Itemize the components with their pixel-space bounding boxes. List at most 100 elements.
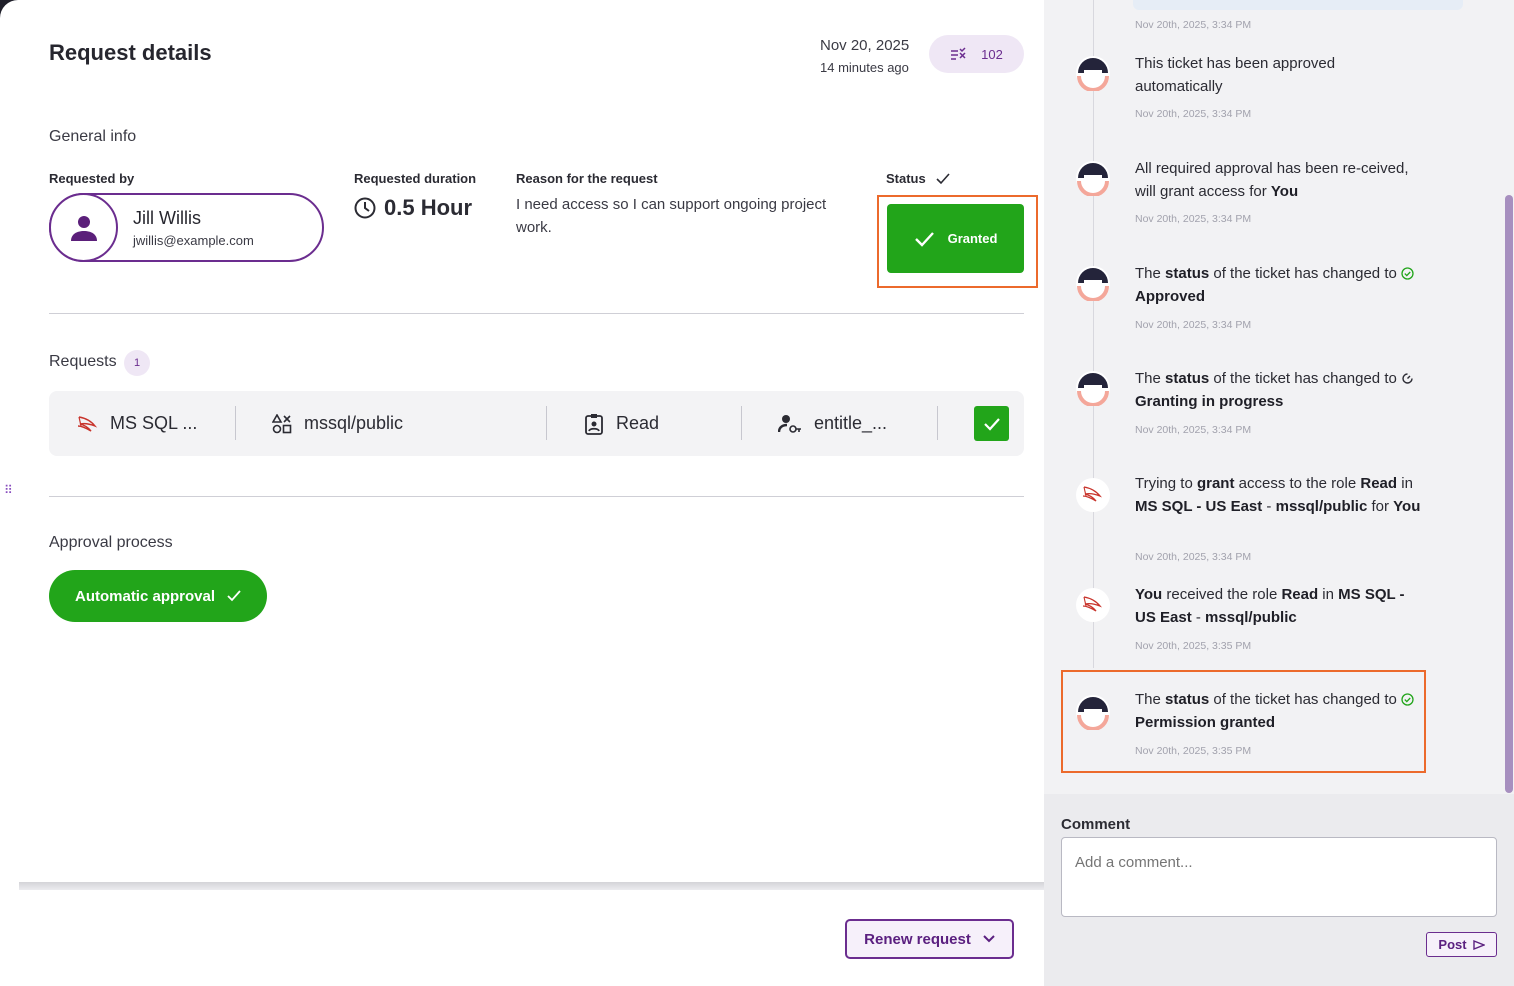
event-text-bold: You [1135,586,1163,603]
timeline-time: Nov 20th, 2025, 3:34 PM [1135,19,1252,31]
event-text-bold: Approved [1135,288,1206,305]
user-key-icon [778,414,801,433]
timeline-event-text: The status of the ticket has changed to … [1135,262,1425,308]
footer-shadow [19,882,1044,890]
request-row[interactable]: MS SQL ... mssql/public Read entitle_... [49,391,1024,456]
check-icon [936,172,950,184]
entitle-logo-icon [1076,56,1110,91]
column-separator [937,406,938,440]
entitle-logo-icon [1076,371,1110,406]
post-button[interactable]: Post [1426,932,1497,957]
event-text-bold: status [1165,370,1210,387]
request-granted-check[interactable] [974,406,1009,441]
drag-handle-icon[interactable]: ⠿ [4,484,14,502]
event-text: for [1367,498,1394,515]
role-cell[interactable]: Read [584,391,659,456]
event-text-bold: grant [1196,475,1235,492]
ticket-number: 102 [981,46,1003,62]
approval-process-heading: Approval process [49,534,173,551]
requested-duration-label: Requested duration [354,171,477,186]
timeline-time: Nov 20th, 2025, 3:35 PM [1135,745,1252,757]
page-title: Request details [49,40,212,65]
divider [49,313,1024,314]
timeline-event-text: This ticket has been approved automatica… [1135,52,1425,98]
role-name: Read [616,413,660,433]
event-text-bold: Read [1281,586,1319,603]
requests-heading: Requests [49,353,117,370]
entitlement-name: entitle_... [814,413,888,433]
timeline-time: Nov 20th, 2025, 3:34 PM [1135,108,1252,120]
entitle-logo-icon [1076,266,1110,301]
event-text: in [1318,586,1339,603]
entitle-logo-icon [1076,161,1110,196]
request-details-panel: ⠿ Request details Nov 20, 2025 14 minute… [0,0,1044,986]
event-text: access to the role [1234,475,1361,492]
event-text-bold: You [1270,183,1299,200]
event-text: This ticket has been approved automatica… [1135,55,1336,95]
requester-email: jwillis@example.com [133,233,254,248]
event-text-bold: Granting in progress [1135,393,1284,410]
check-circle-icon [1401,267,1414,280]
column-separator [741,406,742,440]
entitle-logo-icon [1076,695,1110,730]
event-text: of the ticket has changed to [1209,265,1401,282]
event-text: The [1135,691,1166,708]
sidebar-scrollbar[interactable] [1505,195,1513,793]
integration-cell[interactable]: MS SQL ... [76,391,197,456]
requested-by-label: Requested by [49,171,135,186]
approval-pill-label: Automatic approval [74,587,216,605]
requester-card[interactable]: Jill Willis jwillis@example.com [49,193,324,262]
column-separator [235,406,236,440]
event-text-bold: MS SQL - US East [1135,498,1263,515]
clock-icon [354,197,376,219]
renew-request-button[interactable]: Renew request [845,919,1014,959]
requested-duration: 0.5 Hour [354,195,472,221]
event-text: - [1262,498,1276,515]
resource-name: mssql/public [304,413,404,433]
timeline-line [1093,0,1094,668]
duration-value: 0.5 Hour [384,195,473,220]
timeline-time: Nov 20th, 2025, 3:34 PM [1135,319,1252,331]
event-text: received the role [1162,586,1282,603]
event-text: - [1191,609,1206,626]
event-text: The [1135,265,1166,282]
event-text-bold: Read [1360,475,1398,492]
resource-shapes-icon [272,413,292,433]
check-circle-icon [1401,693,1414,706]
progress-icon [1402,373,1413,384]
avatar [49,193,118,262]
timeline-time: Nov 20th, 2025, 3:34 PM [1135,551,1252,563]
divider [49,496,1024,497]
event-text-bold: status [1165,691,1210,708]
general-info-heading: General info [49,128,137,145]
timeline-time: Nov 20th, 2025, 3:35 PM [1135,640,1252,652]
requester-name: Jill Willis [133,208,201,228]
timeline-event-text: Trying to grant access to the role Read … [1135,472,1425,518]
check-icon [914,231,934,247]
resource-cell[interactable]: mssql/public [272,391,403,456]
user-icon [70,215,97,241]
mssql-icon [1076,478,1110,512]
timeline-event-text: You received the role Read in MS SQL - U… [1135,583,1425,629]
reason-label: Reason for the request [516,171,658,186]
status-label: Status [886,171,950,186]
ticket-number-badge[interactable]: 102 [929,35,1024,73]
send-icon [1472,939,1485,950]
entitlement-cell[interactable]: entitle_... [778,391,887,456]
reason-text: I need access so I can support ongoing p… [516,196,827,236]
event-text-bold: status [1165,265,1210,282]
timeline-time: Nov 20th, 2025, 3:34 PM [1135,424,1252,436]
status-value: Granted [947,231,998,246]
timeline-event-text: The status of the ticket has changed to … [1135,688,1425,734]
event-text: Trying to [1135,475,1197,492]
event-text-bold: Permission granted [1135,714,1276,731]
automatic-approval-pill[interactable]: Automatic approval [49,570,267,622]
event-text-bold: mssql/public [1275,498,1368,515]
integration-name: MS SQL ... [110,413,198,433]
request-relative-time: 14 minutes ago [820,60,909,75]
event-text-bold: mssql/public [1205,609,1297,626]
timeline-time: Nov 20th, 2025, 3:34 PM [1135,213,1252,225]
comment-input[interactable] [1061,837,1497,917]
timeline-event-text: All required approval has been re-ceived… [1135,157,1425,203]
status-granted-badge[interactable]: Granted [887,204,1024,273]
